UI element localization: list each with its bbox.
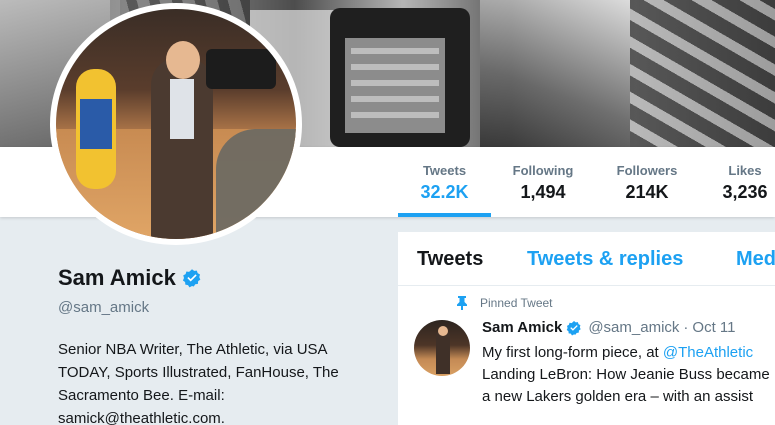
tweet-text-line: My first long-form piece, at @TheAthleti…	[482, 344, 754, 361]
stat-value: 3,236	[722, 182, 768, 202]
tab-media[interactable]: Media	[736, 248, 775, 271]
bio-line: Senior NBA Writer, The Athletic, via USA	[58, 341, 328, 358]
profile-page: Tweets 32.2K Following 1,494 Followers 2…	[0, 0, 775, 425]
verified-badge-icon	[567, 320, 581, 335]
verified-badge-icon	[182, 269, 201, 288]
tweet-author-avatar[interactable]	[414, 320, 470, 376]
stat-followers[interactable]: Followers 214K	[605, 147, 689, 217]
stat-label: Likes	[728, 163, 762, 178]
tweet-text-line: a new Lakers golden era – with an assist	[482, 388, 753, 405]
tweet-text-line: Landing LeBron: How Jeanie Buss became	[482, 366, 770, 383]
stat-likes[interactable]: Likes 3,236	[710, 147, 775, 217]
banner-photo-segment	[630, 0, 775, 147]
tweet-date[interactable]: Oct 11	[692, 319, 735, 336]
profile-info: Sam Amick @sam_amick Senior NBA Writer, …	[58, 265, 378, 425]
stat-tweets[interactable]: Tweets 32.2K	[398, 147, 491, 217]
pinned-tweet-label: Pinned Tweet	[456, 296, 553, 310]
tweet-header: Sam Amick @sam_amick · Oct 11	[482, 319, 735, 336]
stat-value: 1,494	[520, 182, 566, 202]
stat-value: 214K	[625, 182, 669, 202]
stat-label: Following	[512, 163, 574, 178]
bio-line: TODAY, Sports Illustrated, FanHouse, The	[58, 364, 339, 381]
pin-icon	[457, 296, 467, 310]
mention-link[interactable]: @TheAthletic	[663, 344, 753, 361]
pinned-text: Pinned Tweet	[480, 296, 553, 310]
tweet-author-handle[interactable]: @sam_amick	[588, 319, 679, 336]
banner-photo-segment	[480, 0, 630, 147]
tweet-author-name[interactable]: Sam Amick	[482, 319, 562, 336]
profile-bio: Senior NBA Writer, The Athletic, via USA…	[58, 338, 363, 425]
tab-tweets[interactable]: Tweets	[417, 248, 483, 271]
stat-label: Followers	[616, 163, 678, 178]
bio-email-link[interactable]: samick@theathletic.com.	[58, 407, 363, 425]
stat-label: Tweets	[422, 163, 467, 178]
profile-handle[interactable]: @sam_amick	[58, 299, 378, 316]
stat-value: 32.2K	[420, 182, 469, 202]
stat-following[interactable]: Following 1,494	[500, 147, 586, 217]
profile-avatar[interactable]	[50, 3, 302, 245]
tweet-text: My first long-form piece, at @TheAthleti…	[482, 342, 775, 408]
bio-line: Sacramento Bee. E-mail:	[58, 387, 225, 404]
tab-tweets-replies[interactable]: Tweets & replies	[527, 248, 683, 271]
profile-name-row: Sam Amick	[58, 265, 378, 291]
tweet-separator: ·	[683, 319, 689, 336]
timeline-tabs: Tweets Tweets & replies Media	[398, 232, 775, 286]
banner-laptop-image	[330, 8, 470, 147]
timeline-card: Tweets Tweets & replies Media Pinned Twe…	[398, 232, 775, 425]
profile-name[interactable]: Sam Amick	[58, 265, 176, 291]
